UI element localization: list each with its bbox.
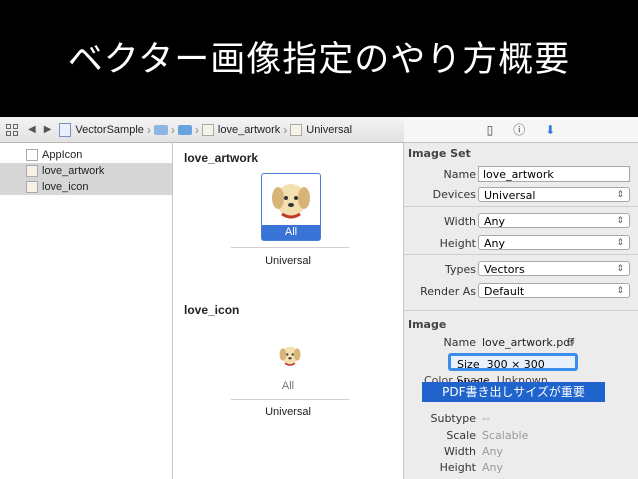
chevron-right-icon: › bbox=[170, 122, 175, 137]
sidebar-item-love-artwork[interactable]: love_artwork bbox=[0, 163, 172, 179]
image-set-icon bbox=[26, 165, 38, 177]
divider bbox=[404, 310, 638, 311]
sidebar-item-label: love_artwork bbox=[42, 165, 105, 177]
divider bbox=[231, 399, 349, 400]
inspector-tabs: ▯ ⓘ ⬇ bbox=[404, 117, 638, 143]
width-value: Any bbox=[484, 215, 506, 228]
breadcrumb-imageset[interactable]: love_artwork bbox=[218, 124, 280, 136]
height-popup[interactable]: Any ⇕ bbox=[478, 235, 630, 250]
scale-label: Scale bbox=[446, 429, 476, 442]
divider bbox=[404, 206, 638, 207]
attributes-inspector-icon[interactable]: ⬇ bbox=[545, 123, 555, 137]
breadcrumb-project[interactable]: VectorSample bbox=[75, 124, 143, 136]
image-name-value: love_artwork.pdf bbox=[482, 336, 575, 349]
image-well-all[interactable]: All bbox=[261, 173, 321, 241]
image-width-label: Width bbox=[444, 445, 476, 458]
sidebar-item-love-icon[interactable]: love_icon bbox=[0, 179, 172, 195]
device-badge: All bbox=[281, 380, 295, 392]
devices-popup[interactable]: Universal ⇕ bbox=[478, 187, 630, 202]
devices-value: Universal bbox=[484, 189, 536, 202]
popup-arrow-icon: ⇕ bbox=[616, 216, 624, 226]
folder-icon[interactable] bbox=[153, 124, 168, 135]
sidebar-item-label: love_icon bbox=[42, 181, 89, 193]
dog-icon bbox=[272, 184, 310, 219]
height-label: Height bbox=[439, 237, 476, 250]
reveal-arrow-icon[interactable]: ⊙ bbox=[566, 335, 575, 348]
slide-title: ベクター画像指定のやり方概要 bbox=[67, 39, 571, 80]
divider bbox=[404, 254, 638, 255]
render-value: Default bbox=[484, 285, 525, 298]
divider bbox=[231, 247, 349, 248]
asset-canvas: love_artwork All Universal love_icon All… bbox=[173, 143, 404, 479]
size-label: Size bbox=[457, 358, 480, 371]
image-height-label: Height bbox=[439, 461, 476, 474]
render-as-popup[interactable]: Default ⇕ bbox=[478, 283, 630, 298]
subtype-value: -- bbox=[482, 412, 490, 425]
types-value: Vectors bbox=[484, 263, 525, 276]
back-arrow-icon[interactable]: ◀ bbox=[28, 124, 36, 135]
device-badge: All bbox=[262, 225, 320, 240]
file-inspector-icon[interactable]: ▯ bbox=[487, 123, 494, 137]
image-set-title: love_artwork bbox=[184, 151, 259, 165]
help-icon[interactable]: ⓘ bbox=[513, 121, 525, 138]
image-set-icon bbox=[26, 181, 38, 193]
sidebar-item-label: AppIcon bbox=[42, 149, 83, 161]
popup-arrow-icon: ⇕ bbox=[616, 264, 624, 274]
popup-arrow-icon: ⇕ bbox=[616, 238, 624, 248]
image-width-value: Any bbox=[482, 445, 504, 458]
dog-icon[interactable] bbox=[274, 339, 306, 371]
image-set-icon bbox=[290, 123, 303, 136]
chevron-right-icon: › bbox=[146, 122, 151, 137]
width-popup[interactable]: Any ⇕ bbox=[478, 213, 630, 228]
jump-bar: ◀ ▶ VectorSample › › › love_artwork › Un… bbox=[0, 117, 404, 143]
image-set-title: love_icon bbox=[184, 303, 240, 317]
sidebar-item-appicon[interactable]: AppIcon bbox=[0, 147, 172, 163]
width-label: Width bbox=[444, 215, 476, 228]
height-value: Any bbox=[484, 237, 506, 250]
project-file-icon bbox=[59, 122, 72, 137]
image-height-value: Any bbox=[482, 461, 504, 474]
appicon-icon bbox=[26, 149, 38, 161]
device-label: Universal bbox=[265, 255, 311, 267]
subtype-label: Subtype bbox=[430, 412, 476, 425]
image-set-icon bbox=[201, 123, 214, 136]
name-label: Name bbox=[443, 168, 476, 181]
breadcrumb-device[interactable]: Universal bbox=[306, 124, 352, 136]
device-label: Universal bbox=[265, 406, 311, 418]
asset-catalog-icon[interactable] bbox=[177, 124, 192, 135]
chevron-right-icon: › bbox=[283, 122, 288, 137]
popup-arrow-icon: ⇕ bbox=[616, 190, 624, 200]
grid-icon[interactable] bbox=[6, 123, 18, 136]
name-field[interactable]: love_artwork bbox=[478, 166, 630, 182]
callout-annotation: PDF書き出しサイズが重要 bbox=[422, 382, 605, 402]
image-name-label: Name bbox=[443, 336, 476, 349]
section-image-set: Image Set bbox=[408, 147, 471, 160]
types-popup[interactable]: Vectors ⇕ bbox=[478, 261, 630, 276]
devices-label: Devices bbox=[432, 188, 476, 201]
scale-value: Scalable bbox=[482, 429, 529, 442]
size-highlight: Size 300 × 300 pixels bbox=[448, 353, 578, 389]
breadcrumb: VectorSample › › › love_artwork › Univer… bbox=[59, 122, 352, 137]
asset-list: AppIcon love_artwork love_icon bbox=[0, 143, 173, 479]
section-image: Image bbox=[408, 318, 447, 331]
forward-arrow-icon[interactable]: ▶ bbox=[44, 124, 52, 135]
types-label: Types bbox=[445, 263, 476, 276]
popup-arrow-icon: ⇕ bbox=[616, 286, 624, 296]
render-as-label: Render As bbox=[420, 285, 476, 298]
chevron-right-icon: › bbox=[194, 122, 199, 137]
